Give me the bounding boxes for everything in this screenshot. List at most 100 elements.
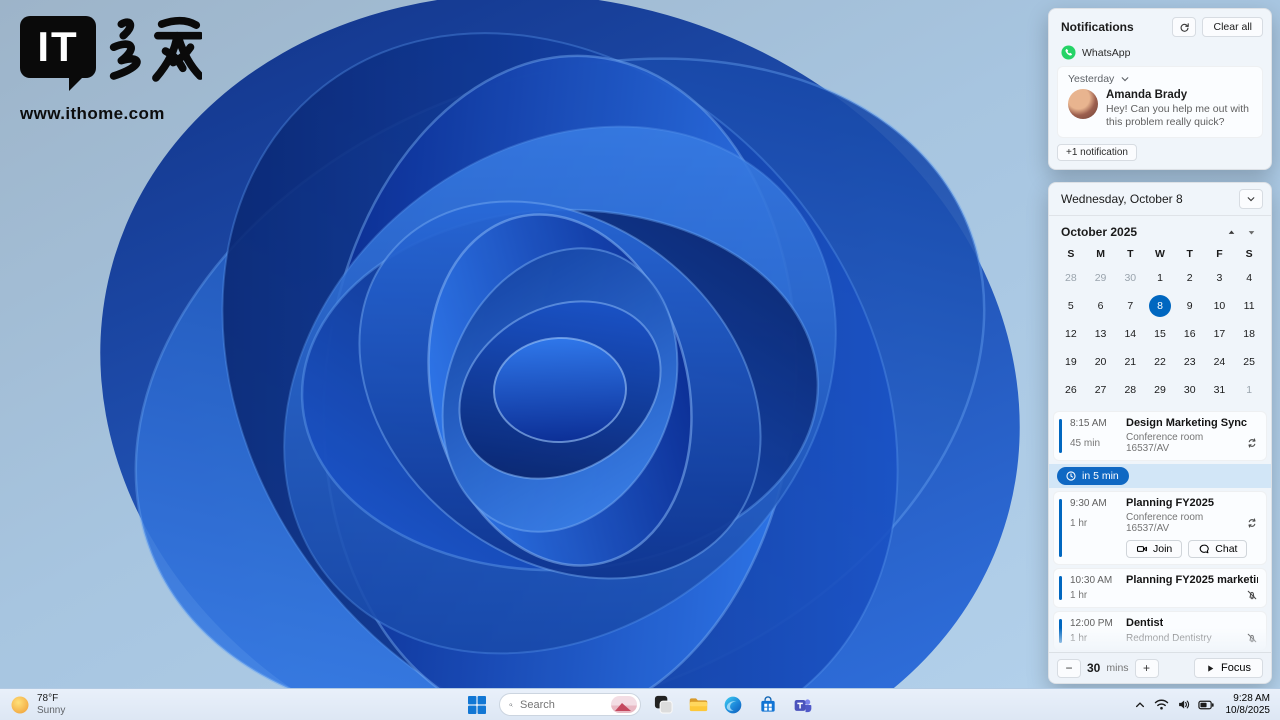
- calendar-day[interactable]: 28: [1115, 376, 1145, 404]
- calendar-day[interactable]: 6: [1086, 292, 1116, 320]
- calendar-day[interactable]: 8: [1145, 292, 1175, 320]
- file-explorer-icon: [689, 698, 707, 712]
- calendar-day[interactable]: 28: [1056, 264, 1086, 292]
- whatsapp-group-header: WhatsApp: [1049, 43, 1271, 64]
- focus-minus-button[interactable]: −: [1057, 658, 1081, 678]
- calendar-grid: 28 29 30 1 2 3 4 5 6 7 8 9 10 11 12 13 14 15 16 17 18 19 20 21 2…: [1049, 264, 1271, 404]
- notification-settings-button[interactable]: [1172, 17, 1197, 37]
- calendar-day[interactable]: 7: [1115, 292, 1145, 320]
- calendar-day[interactable]: 13: [1086, 320, 1116, 348]
- event-duration: 1 hr: [1070, 632, 1088, 644]
- teams-icon: [794, 698, 812, 712]
- agenda-event-card[interactable]: 12:00 PM Dentist 1 hr Redmond Dentistry: [1053, 611, 1267, 651]
- search-box[interactable]: [499, 693, 641, 716]
- calendar-day-headers: SMTWTFS: [1049, 244, 1271, 264]
- edge-browser-icon: [724, 696, 742, 713]
- calendar-day[interactable]: 16: [1175, 320, 1205, 348]
- repeat-icon: [1246, 437, 1258, 449]
- upcoming-badge-row: in 5 min: [1049, 464, 1271, 488]
- event-duration: 45 min: [1070, 437, 1101, 449]
- calendar-day[interactable]: 14: [1115, 320, 1145, 348]
- group-time-label: Yesterday: [1068, 73, 1115, 85]
- repeat-icon: [1248, 438, 1256, 448]
- calendar-day[interactable]: 15: [1145, 320, 1175, 348]
- more-notifications-button[interactable]: +1 notification: [1057, 144, 1137, 161]
- join-button[interactable]: Join: [1126, 540, 1183, 558]
- avatar: [1068, 89, 1098, 119]
- calendar-day[interactable]: 24: [1205, 348, 1235, 376]
- focus-start-button[interactable]: Focus: [1194, 658, 1263, 678]
- in-5-min-badge[interactable]: in 5 min: [1057, 467, 1129, 485]
- calendar-day[interactable]: 3: [1205, 264, 1235, 292]
- focus-plus-button[interactable]: +: [1134, 658, 1159, 678]
- calendar-day[interactable]: 29: [1086, 264, 1116, 292]
- volume-indicator[interactable]: [1174, 692, 1194, 718]
- calendar-day[interactable]: 30: [1175, 376, 1205, 404]
- bell-off-icon: [1246, 632, 1258, 644]
- chevron-down-icon[interactable]: [1120, 74, 1130, 84]
- weather-widget-button[interactable]: 78°F Sunny: [0, 689, 75, 720]
- chat-button[interactable]: Chat: [1188, 540, 1248, 558]
- calendar-day[interactable]: 4: [1234, 264, 1264, 292]
- calendar-day[interactable]: 2: [1175, 264, 1205, 292]
- focus-duration-unit: mins: [1106, 662, 1129, 674]
- ithome-watermark: IT www.ithome.com: [20, 16, 202, 124]
- sun-icon: [11, 696, 29, 713]
- bell-off-icon: [1247, 633, 1257, 643]
- battery-indicator[interactable]: [1196, 692, 1216, 718]
- calendar-day[interactable]: 23: [1175, 348, 1205, 376]
- calendar-day[interactable]: 20: [1086, 348, 1116, 376]
- calendar-day[interactable]: 27: [1086, 376, 1116, 404]
- event-title: Dentist: [1126, 617, 1164, 629]
- clock-widget[interactable]: 9:28 AM 10/8/2025: [1226, 693, 1271, 717]
- edge-browser-button[interactable]: [720, 692, 746, 718]
- clock-icon: [1066, 471, 1076, 481]
- calendar-day[interactable]: 25: [1234, 348, 1264, 376]
- calendar-day[interactable]: 19: [1056, 348, 1086, 376]
- search-input[interactable]: [520, 698, 604, 711]
- notifications-card: Notifications Clear all WhatsApp Yesterd…: [1048, 8, 1272, 170]
- calendar-day[interactable]: 29: [1145, 376, 1175, 404]
- calendar-day[interactable]: 11: [1234, 292, 1264, 320]
- calendar-day[interactable]: 26: [1056, 376, 1086, 404]
- calendar-day[interactable]: 10: [1205, 292, 1235, 320]
- file-explorer-button[interactable]: [685, 692, 711, 718]
- agenda-event-card[interactable]: 8:15 AM Design Marketing Sync 45 min Confer…: [1053, 411, 1267, 461]
- calendar-day[interactable]: 17: [1205, 320, 1235, 348]
- calendar-week-row: 26 27 28 29 30 31 1: [1049, 376, 1271, 404]
- agenda-event-card[interactable]: 10:30 AM Planning FY2025 marketing 1 hr: [1053, 568, 1267, 608]
- calendar-day[interactable]: 1: [1234, 376, 1264, 404]
- focus-footer: − 30 mins + Focus: [1049, 652, 1271, 683]
- event-accent-bar: [1059, 576, 1062, 600]
- notification-item[interactable]: Yesterday Amanda Brady Hey! Can you help…: [1057, 66, 1263, 138]
- microsoft-store-button[interactable]: [755, 692, 781, 718]
- agenda-event-card[interactable]: 9:30 AM Planning FY2025 1 hr Conference roo…: [1053, 491, 1267, 565]
- weather-condition: Sunny: [37, 704, 66, 716]
- calendar-prev-month-button[interactable]: [1221, 224, 1241, 240]
- calendar-day[interactable]: 5: [1056, 292, 1086, 320]
- event-time: 10:30 AM: [1070, 574, 1113, 586]
- start-button[interactable]: [464, 692, 490, 718]
- calendar-day[interactable]: 30: [1115, 264, 1145, 292]
- calendar-day[interactable]: 31: [1205, 376, 1235, 404]
- calendar-day[interactable]: 21: [1115, 348, 1145, 376]
- calendar-day[interactable]: 12: [1056, 320, 1086, 348]
- calendar-next-month-button[interactable]: [1241, 224, 1261, 240]
- event-location: Conference room 16537/AV: [1126, 512, 1204, 534]
- calendar-day[interactable]: 1: [1145, 264, 1175, 292]
- teams-button[interactable]: [790, 692, 816, 718]
- calendar-week-row: 28 29 30 1 2 3 4: [1049, 264, 1271, 292]
- calendar-day[interactable]: 9: [1175, 292, 1205, 320]
- bing-daily-image-thumbnail[interactable]: [611, 696, 637, 713]
- taskbar: 78°F Sunny Search 9:28 AM 10/8/2025: [0, 688, 1280, 720]
- calendar-day[interactable]: 18: [1234, 320, 1264, 348]
- clear-all-button[interactable]: Clear all: [1202, 17, 1263, 37]
- task-view-button[interactable]: [650, 692, 676, 718]
- calendar-day[interactable]: 22: [1145, 348, 1175, 376]
- wifi-indicator[interactable]: [1152, 692, 1172, 718]
- tray-overflow-button[interactable]: [1130, 692, 1150, 718]
- tray-time: 9:28 AM: [1233, 692, 1270, 704]
- event-title: Planning FY2025 marketing: [1126, 574, 1258, 586]
- calendar-collapse-button[interactable]: [1239, 189, 1263, 209]
- calendar-month-label[interactable]: October 2025: [1061, 225, 1221, 239]
